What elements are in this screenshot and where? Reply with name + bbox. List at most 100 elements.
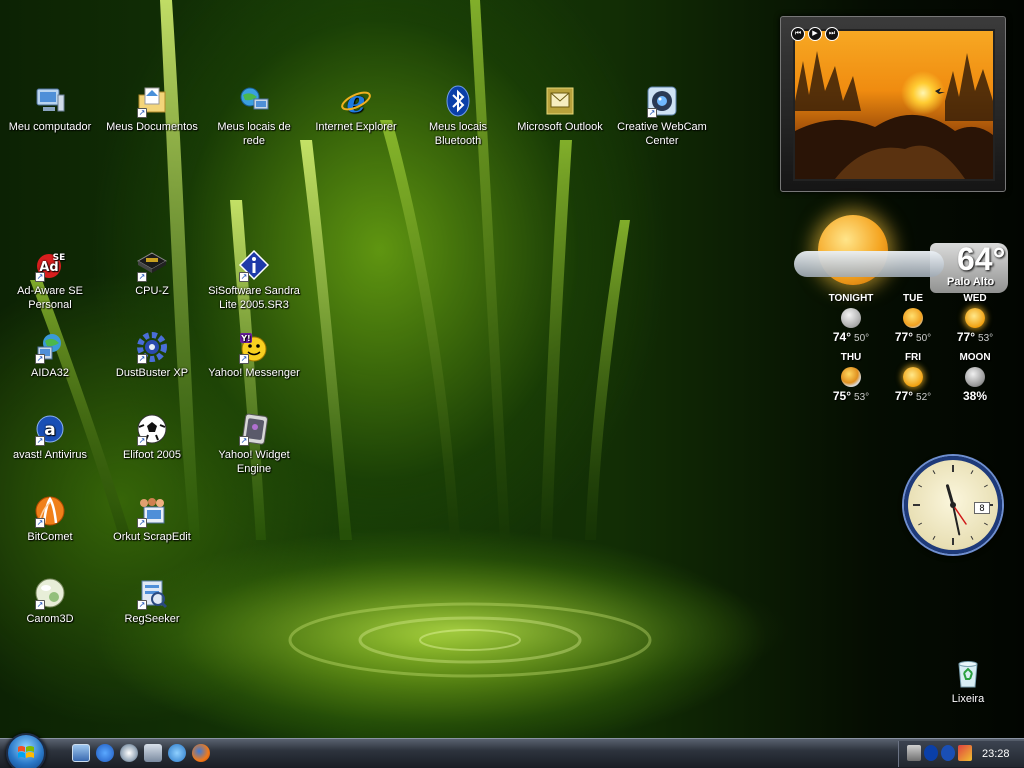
moon-icon <box>841 308 861 328</box>
slideshow-controls: ⏮ ▶ ⏭ <box>791 27 839 41</box>
forecast-low: 50° <box>916 333 932 344</box>
forecast-high: 77° <box>894 330 914 344</box>
clock-tick <box>932 535 936 540</box>
desktop-icon-meus-documentos[interactable]: ↗ Meus Documentos <box>102 84 202 134</box>
internet-explorer-icon[interactable] <box>96 744 114 762</box>
avast-tray-icon[interactable] <box>941 745 955 761</box>
desktop-icon-sisoftware-sandra[interactable]: ↗ SiSoftware Sandra Lite 2005.SR3 <box>204 248 304 312</box>
messenger-icon[interactable] <box>144 744 162 762</box>
system-tray: 23:28 <box>898 741 1024 767</box>
desktop-icon-label: BitComet <box>27 531 73 543</box>
security-tray-icon[interactable] <box>958 745 972 761</box>
play-icon[interactable]: ▶ <box>808 27 822 41</box>
desktop-icon-microsoft-outlook[interactable]: Microsoft Outlook <box>510 84 610 134</box>
shortcut-arrow-icon: ↗ <box>239 354 249 364</box>
svg-text:e: e <box>346 85 365 117</box>
computer-icon <box>33 84 67 118</box>
current-temperature: 64° <box>957 241 1006 277</box>
slideshow-photo[interactable] <box>793 29 995 181</box>
shortcut-arrow-icon: ↗ <box>35 436 45 446</box>
forecast-low: 50° <box>854 333 870 344</box>
ad-aware-icon: Ad SE ↗ <box>33 248 67 282</box>
documents-folder-icon: ↗ <box>135 84 169 118</box>
taskbar-clock[interactable]: 23:28 <box>982 748 1010 760</box>
clock-tick <box>970 535 974 540</box>
desktop-icon-cpu-z[interactable]: ↗ CPU-Z <box>102 248 202 298</box>
forecast-low: 53° <box>854 392 870 403</box>
desktop-icon-orkut-scrapedit[interactable]: ↗ Orkut ScrapEdit <box>102 494 202 544</box>
firefox-icon[interactable] <box>192 744 210 762</box>
start-button[interactable] <box>6 733 46 768</box>
media-player-icon[interactable] <box>120 744 138 762</box>
desktop-icon-label: Elifoot 2005 <box>122 449 182 461</box>
desktop-icon-label: Meus Documentos <box>106 121 198 133</box>
bluetooth-icon <box>441 84 475 118</box>
forecast-day: FRI <box>904 352 922 363</box>
forecast-day: THU <box>840 352 862 363</box>
desktop-icon-meus-locais-de-rede[interactable]: Meus locais de rede <box>204 84 304 148</box>
network-icon[interactable] <box>907 745 921 761</box>
widget-engine-icon: ↗ <box>237 412 271 446</box>
forecast-low: 52° <box>916 392 932 403</box>
desktop-icon-regseeker[interactable]: ↗ RegSeeker <box>102 576 202 626</box>
forecast-day: WED <box>963 293 987 304</box>
clock-tick <box>918 484 923 488</box>
desktop-icon-bitcomet[interactable]: ↗ BitComet <box>0 494 100 544</box>
soccer-ball-icon: ↗ <box>135 412 169 446</box>
weather-forecast: TONIGHT 74° 50° TUE 77° 50° WED 77° 53° THU… <box>820 293 1010 409</box>
desktop-icon-meus-locais-bluetooth[interactable]: Meus locais Bluetooth <box>408 84 508 148</box>
clock-gadget[interactable]: 8 <box>904 456 1002 554</box>
previous-icon[interactable]: ⏮ <box>791 27 805 41</box>
next-icon[interactable]: ⏭ <box>825 27 839 41</box>
shortcut-arrow-icon: ↗ <box>137 354 147 364</box>
svg-text:a: a <box>44 420 55 440</box>
outlook-icon <box>543 84 577 118</box>
clock-tick <box>983 484 988 488</box>
forecast-item: MOON 38% <box>944 352 1006 409</box>
desktop-icon-label: Ad-Aware SE Personal <box>17 285 83 311</box>
desktop-icon-lixeira[interactable]: Lixeira <box>918 656 1018 706</box>
desktop-icon-avast-antivirus[interactable]: a ↗ avast! Antivirus <box>0 412 100 462</box>
desktop-icon-elifoot-2005[interactable]: ↗ Elifoot 2005 <box>102 412 202 462</box>
sunny-icon <box>903 367 923 387</box>
desktop-icon-carom3d[interactable]: ↗ Carom3D <box>0 576 100 626</box>
bluetooth-tray-icon[interactable] <box>924 745 938 761</box>
show-desktop-icon[interactable] <box>72 744 90 762</box>
orkut-scrapedit-icon: ↗ <box>135 494 169 528</box>
shortcut-arrow-icon: ↗ <box>35 272 45 282</box>
partly-cloudy-icon <box>841 367 861 387</box>
carom-ball-icon: ↗ <box>33 576 67 610</box>
dustbuster-gear-icon: ↗ <box>135 330 169 364</box>
search-icon[interactable] <box>168 744 186 762</box>
slideshow-gadget[interactable]: ⏮ ▶ ⏭ <box>780 16 1006 192</box>
moon-phase-percent: 38% <box>962 389 988 403</box>
forecast-low: 53° <box>978 333 994 344</box>
desktop-icon-creative-webcam-center[interactable]: ↗ Creative WebCam Center <box>612 84 712 148</box>
internet-explorer-icon: e <box>339 84 373 118</box>
cloud-icon <box>794 251 944 277</box>
sandra-info-icon: ↗ <box>237 248 271 282</box>
shortcut-arrow-icon: ↗ <box>35 518 45 528</box>
desktop-icon-label: Microsoft Outlook <box>517 121 603 133</box>
desktop-icon-label: Yahoo! Widget Engine <box>218 449 290 475</box>
clock-date: 8 <box>974 502 990 514</box>
desktop-icon-meu-computador[interactable]: Meu computador <box>0 84 100 134</box>
weather-gadget[interactable]: 64° Palo Alto TONIGHT 74° 50° TUE 77° 50° … <box>790 205 1010 410</box>
partly-sunny-icon <box>903 308 923 328</box>
forecast-high: 75° <box>832 389 852 403</box>
forecast-high: 77° <box>894 389 914 403</box>
desktop-icon-label: Meus locais Bluetooth <box>428 121 488 147</box>
regseeker-icon: ↗ <box>135 576 169 610</box>
desktop-icon-yahoo-messenger[interactable]: Y! ↗ Yahoo! Messenger <box>204 330 304 380</box>
desktop-icon-internet-explorer[interactable]: e Internet Explorer <box>306 84 406 134</box>
sunny-icon <box>965 308 985 328</box>
desktop-icon-label: CPU-Z <box>135 285 169 297</box>
desktop-icon-yahoo-widget-engine[interactable]: ↗ Yahoo! Widget Engine <box>204 412 304 476</box>
yahoo-messenger-icon: Y! ↗ <box>237 330 271 364</box>
network-places-icon <box>237 84 271 118</box>
desktop-icon-aida32[interactable]: ↗ AIDA32 <box>0 330 100 380</box>
forecast-day: MOON <box>959 352 991 363</box>
desktop-icon-ad-aware[interactable]: Ad SE ↗ Ad-Aware SE Personal <box>0 248 100 312</box>
shortcut-arrow-icon: ↗ <box>137 600 147 610</box>
desktop-icon-dustbuster-xp[interactable]: ↗ DustBuster XP <box>102 330 202 380</box>
